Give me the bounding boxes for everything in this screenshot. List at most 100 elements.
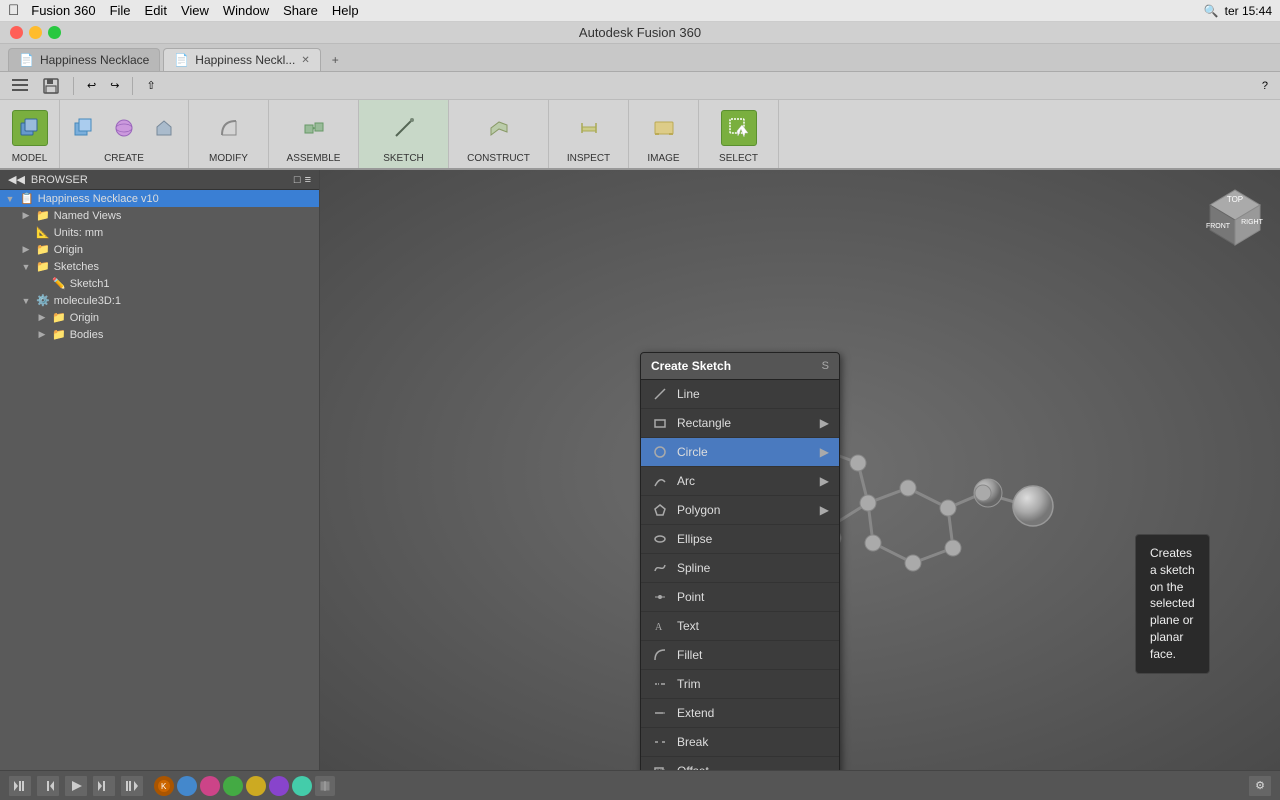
model-mode-button[interactable]: [12, 110, 48, 146]
assemble-joint-button[interactable]: [296, 110, 332, 146]
ribbon-section-image: IMAGE: [629, 100, 699, 168]
tree-item[interactable]: ▶ 📁 Bodies: [0, 326, 319, 343]
menu-item-offset[interactable]: Offset: [641, 757, 839, 770]
timeline-icon-7[interactable]: [315, 776, 335, 796]
menu-fusion360[interactable]: Fusion 360: [31, 3, 95, 18]
select-button[interactable]: [721, 110, 757, 146]
undo-button[interactable]: ↩: [83, 77, 100, 94]
menu-share[interactable]: Share: [283, 3, 318, 18]
menu-item-arc[interactable]: Arc ▶: [641, 467, 839, 496]
menu-help[interactable]: Help: [332, 3, 359, 18]
timeline-icon-4[interactable]: [246, 776, 266, 796]
tree-item[interactable]: ▼ ⚙️ molecule3D:1: [0, 292, 319, 309]
svg-text:TOP: TOP: [1227, 195, 1243, 204]
browser-collapse-icon[interactable]: ◀◀: [8, 173, 25, 186]
timeline-icon-3[interactable]: [223, 776, 243, 796]
tree-item[interactable]: 📐 Units: mm: [0, 224, 319, 241]
settings-button[interactable]: ⚙: [1248, 775, 1272, 797]
menu-file[interactable]: File: [110, 3, 131, 18]
keyframe-icon[interactable]: K: [154, 776, 174, 796]
create-sphere-button[interactable]: [106, 110, 142, 146]
menu-item-circle[interactable]: Circle ▶: [641, 438, 839, 467]
tree-item[interactable]: ▶ 📁 Named Views: [0, 207, 319, 224]
play-start-button[interactable]: [8, 775, 32, 797]
menu-item-break[interactable]: Break: [641, 728, 839, 757]
image-button[interactable]: [646, 110, 682, 146]
play-end-button[interactable]: [120, 775, 144, 797]
svg-text:K: K: [161, 782, 167, 791]
tree-item[interactable]: ▶ 📁 Origin: [0, 241, 319, 258]
maximize-button[interactable]: [48, 26, 61, 39]
svg-text:RIGHT: RIGHT: [1241, 219, 1264, 226]
menu-item-point[interactable]: Point: [641, 583, 839, 612]
menu-toggle-button[interactable]: [8, 77, 32, 95]
viewport-canvas[interactable]: TOP FRONT RIGHT Create Sketch S Line Rec…: [320, 170, 1280, 770]
share-button[interactable]: ⇧: [142, 77, 159, 94]
submenu-arrow-icon: ▶: [820, 445, 829, 459]
spotlight-icon[interactable]: 🔍: [1204, 4, 1219, 18]
minimize-button[interactable]: [29, 26, 42, 39]
separator-2: [132, 77, 133, 95]
tree-item[interactable]: ▶ 📁 Origin: [0, 309, 319, 326]
sketch-create-button[interactable]: [386, 110, 422, 146]
menu-item-label: Offset: [677, 764, 709, 770]
break-icon: [651, 733, 669, 751]
submenu-arrow-icon: ▶: [820, 416, 829, 430]
menu-item-polygon[interactable]: Polygon ▶: [641, 496, 839, 525]
menu-item-extend[interactable]: Extend: [641, 699, 839, 728]
view-cube[interactable]: TOP FRONT RIGHT: [1200, 180, 1270, 250]
step-forward-button[interactable]: [92, 775, 116, 797]
menu-items-list: Line Rectangle ▶ Circle ▶ Arc ▶ Polygon …: [641, 380, 839, 770]
timeline-icon-5[interactable]: [269, 776, 289, 796]
menu-item-label: Rectangle: [677, 416, 731, 430]
menu-edit[interactable]: Edit: [145, 3, 167, 18]
timeline-icon-1[interactable]: [177, 776, 197, 796]
dropdown-shortcut: S: [822, 360, 829, 372]
ribbon-section-construct: CONSTRUCT: [449, 100, 549, 168]
tree-item[interactable]: ✏️ Sketch1: [0, 275, 319, 292]
help-button[interactable]: ?: [1258, 78, 1272, 94]
tab-1[interactable]: 📄 Happiness Neckl... ✕: [163, 48, 320, 71]
timeline-icon-2[interactable]: [200, 776, 220, 796]
menu-item-ellipse[interactable]: Ellipse: [641, 525, 839, 554]
redo-button[interactable]: ↪: [106, 77, 123, 94]
modify-fillet-button[interactable]: [211, 110, 247, 146]
menu-item-line[interactable]: Line: [641, 380, 839, 409]
close-button[interactable]: [10, 26, 23, 39]
tree-item[interactable]: ▼ 📋 Happiness Necklace v10: [0, 190, 319, 207]
construct-plane-button[interactable]: [481, 110, 517, 146]
window-controls: [10, 26, 61, 39]
image-label: IMAGE: [647, 151, 679, 164]
apple-menu[interactable]: : [8, 2, 19, 19]
tree-item[interactable]: ▼ 📁 Sketches: [0, 258, 319, 275]
menu-item-fillet[interactable]: Fillet: [641, 641, 839, 670]
main-content: ◀◀ BROWSER □ ≡ ▼ 📋 Happiness Necklace v1…: [0, 170, 1280, 770]
tab-0[interactable]: 📄 Happiness Necklace: [8, 48, 160, 71]
menu-item-rect[interactable]: Rectangle ▶: [641, 409, 839, 438]
menu-view[interactable]: View: [181, 3, 209, 18]
tab-label-1: Happiness Neckl...: [195, 53, 295, 67]
tab-close-1[interactable]: ✕: [301, 55, 309, 66]
menu-item-text[interactable]: A Text: [641, 612, 839, 641]
browser-expand-icon[interactable]: □: [294, 174, 301, 186]
menu-item-label: Circle: [677, 445, 708, 459]
ribbon-section-modify: MODIFY: [189, 100, 269, 168]
menu-window[interactable]: Window: [223, 3, 269, 18]
play-button[interactable]: [64, 775, 88, 797]
step-back-button[interactable]: [36, 775, 60, 797]
menu-item-spline[interactable]: Spline: [641, 554, 839, 583]
tooltip-text: Creates a sketch on the selected plane o…: [1150, 546, 1195, 661]
browser-menu-icon[interactable]: ≡: [305, 174, 311, 186]
tooltip-popup: Creates a sketch on the selected plane o…: [1135, 534, 1210, 674]
tab-add-button[interactable]: +: [324, 49, 347, 71]
menu-item-trim[interactable]: Trim: [641, 670, 839, 699]
create-new-body-button[interactable]: [66, 110, 102, 146]
dropdown-title: Create Sketch: [651, 359, 731, 373]
browser-tree: ▼ 📋 Happiness Necklace v10 ▶ 📁 Named Vie…: [0, 190, 319, 770]
create-extrude-button[interactable]: [146, 110, 182, 146]
3d-viewport[interactable]: TOP FRONT RIGHT Create Sketch S Line Rec…: [320, 170, 1280, 770]
timeline-icon-6[interactable]: [292, 776, 312, 796]
inspect-measure-button[interactable]: [571, 110, 607, 146]
save-button[interactable]: [38, 75, 64, 97]
menu-item-label: Spline: [677, 561, 710, 575]
